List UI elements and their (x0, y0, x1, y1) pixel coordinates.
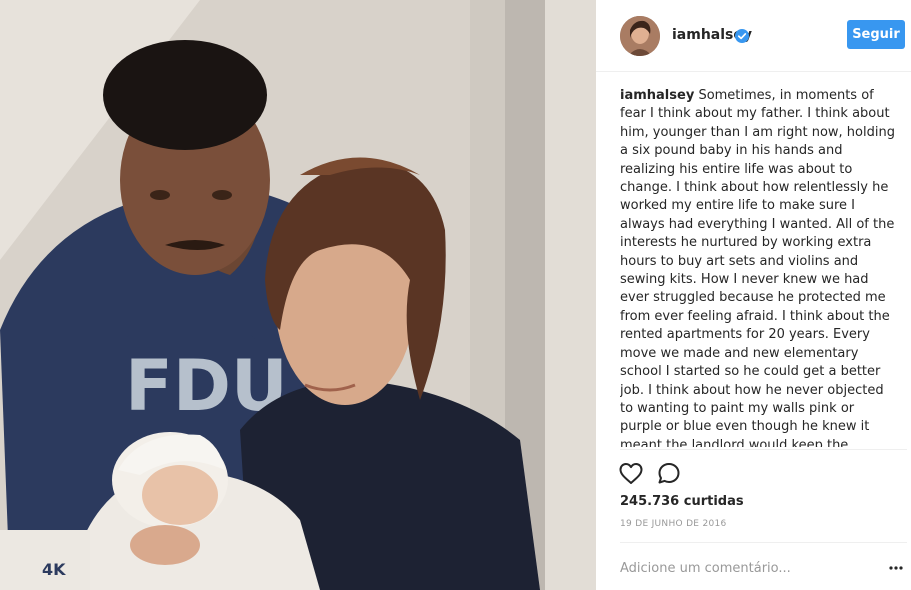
post-header: iamhalsey Seguir (596, 0, 911, 72)
divider (620, 542, 907, 543)
comment-input[interactable] (620, 558, 870, 578)
post-caption: iamhalsey Sometimes, in moments of fear … (620, 87, 896, 447)
caption-text: Sometimes, in moments of fear I think ab… (620, 88, 895, 447)
heart-icon[interactable] (618, 461, 644, 487)
follow-button[interactable]: Seguir (847, 20, 905, 49)
post-details-panel: iamhalsey Seguir iamhalsey Sometimes, in… (596, 0, 911, 590)
avatar-image (620, 16, 660, 56)
divider (620, 449, 907, 450)
likes-count[interactable]: 245.736 curtidas (620, 494, 744, 509)
post-photo[interactable]: FDU 4K (0, 0, 596, 590)
svg-text:4K: 4K (42, 560, 66, 579)
caption-username[interactable]: iamhalsey (620, 88, 694, 103)
verified-badge-icon (735, 29, 749, 43)
post-date: 19 DE JUNHO DE 2016 (620, 519, 727, 529)
comment-icon[interactable] (656, 461, 682, 487)
post-image: FDU 4K (0, 0, 596, 590)
more-options-icon[interactable] (889, 562, 903, 574)
avatar[interactable] (620, 16, 660, 56)
